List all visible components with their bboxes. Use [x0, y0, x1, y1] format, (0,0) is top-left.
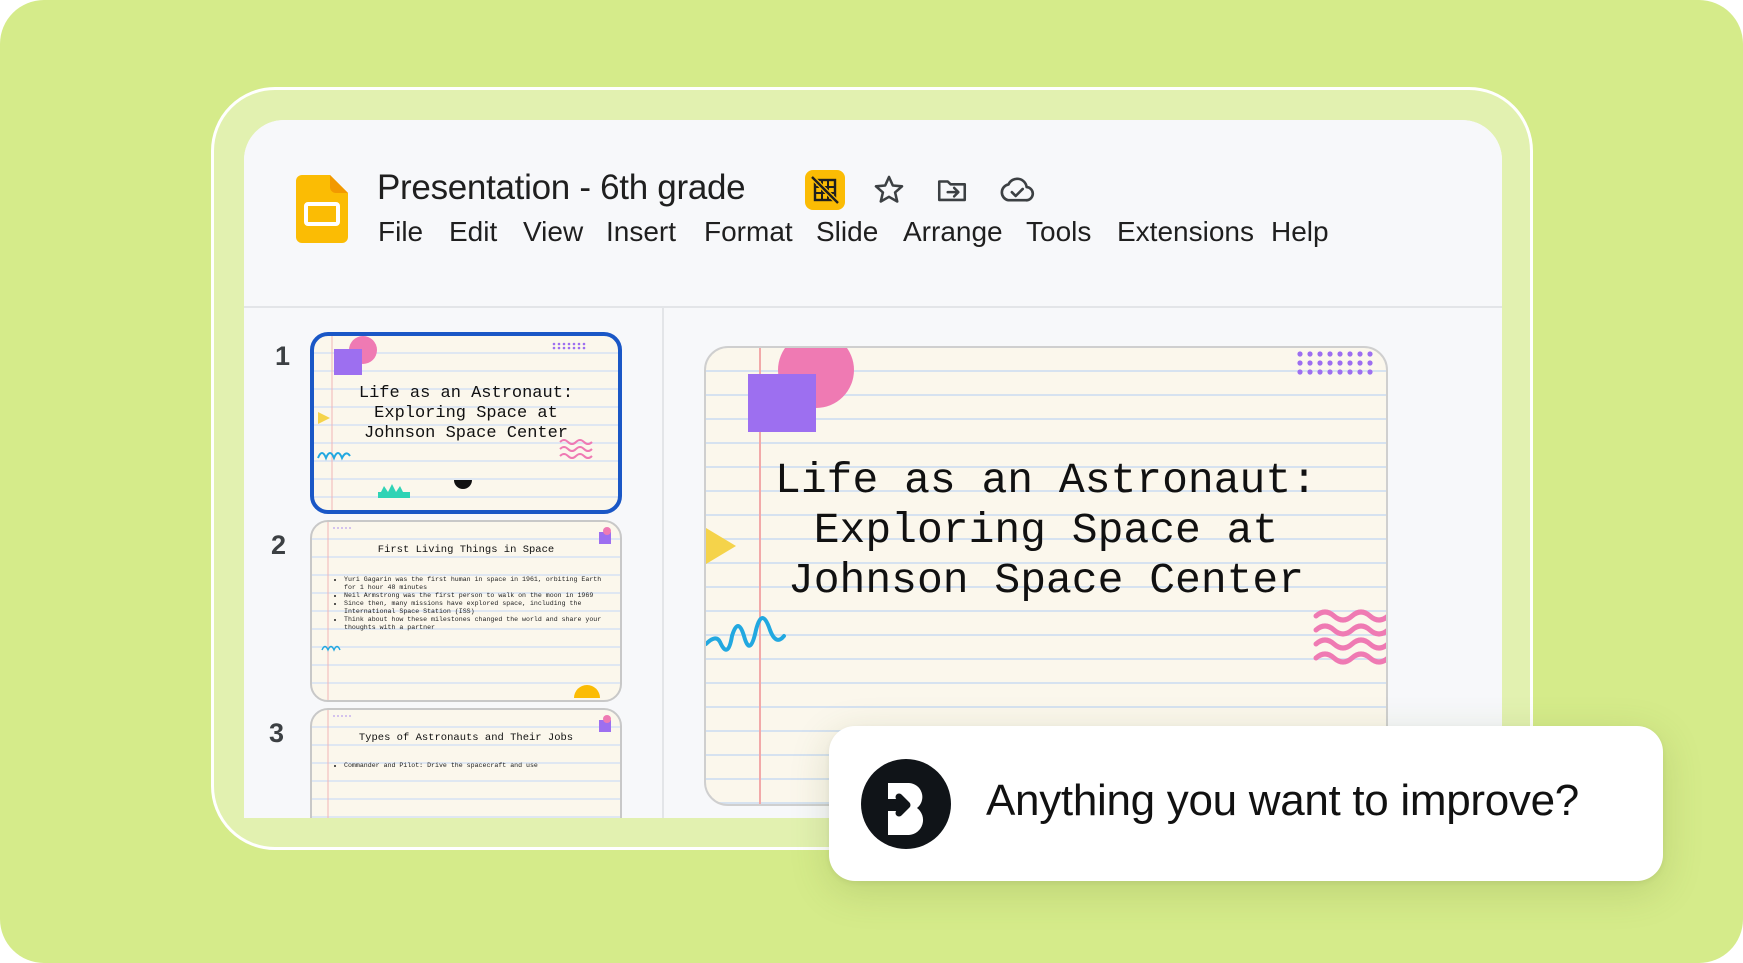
star-icon[interactable]: [869, 170, 909, 210]
menu-tools[interactable]: Tools: [1026, 216, 1091, 248]
slide-number-1: 1: [275, 341, 291, 371]
slide-number-2: 2: [271, 530, 287, 560]
grid-off-badge-icon[interactable]: [805, 170, 845, 210]
slide-2-thumbnail-title: First Living Things in Space: [377, 544, 555, 556]
menu-format[interactable]: Format: [704, 216, 793, 248]
slides-app-window: Presentation - 6th grade File Edit View …: [244, 120, 1502, 818]
menu-help[interactable]: Help: [1271, 216, 1329, 248]
slide-thumbnail-3[interactable]: Types of Astronauts and Their Jobs Comma…: [310, 708, 622, 818]
feedback-prompt-text: Anything you want to improve?: [986, 776, 1579, 825]
slide-3-bullet-list: Commander and Pilot: Drive the spacecraf…: [334, 762, 604, 770]
slide-filmstrip: 1 Life as an Astronaut: Exploring Space …: [244, 308, 664, 818]
slide-thumbnail-1[interactable]: Life as an Astronaut: Exploring Space at…: [310, 332, 622, 514]
slide-number-3: 3: [269, 718, 285, 748]
menu-view[interactable]: View: [523, 216, 583, 248]
brand-logo-icon: [861, 759, 951, 849]
menu-file[interactable]: File: [378, 216, 423, 248]
wave-decoration: [1313, 609, 1386, 665]
menu-slide[interactable]: Slide: [816, 216, 878, 248]
slide-thumbnail-2[interactable]: First Living Things in Space Yuri Gagari…: [310, 520, 622, 702]
slide-2-bullet-list: Yuri Gagarin was the first human in spac…: [334, 576, 604, 632]
slide-2-bullet: Neil Armstrong was the first person to w…: [344, 592, 604, 600]
menu-edit[interactable]: Edit: [449, 216, 497, 248]
menu-arrange[interactable]: Arrange: [903, 216, 1003, 248]
google-slides-logo-icon[interactable]: [296, 175, 348, 243]
dot-grid-decoration: [1297, 351, 1373, 375]
menu-extensions[interactable]: Extensions: [1117, 216, 1254, 248]
app-header: Presentation - 6th grade File Edit View …: [244, 120, 1502, 308]
document-title[interactable]: Presentation - 6th grade: [377, 168, 746, 208]
menu-insert[interactable]: Insert: [606, 216, 676, 248]
slide-3-bullet: Commander and Pilot: Drive the spacecraf…: [344, 762, 604, 770]
cloud-saved-icon[interactable]: [997, 170, 1037, 210]
slide-3-thumbnail-title: Types of Astronauts and Their Jobs: [358, 732, 574, 744]
slide-2-bullet: Think about how these milestones changed…: [344, 616, 604, 632]
slide-2-bullet: Since then, many missions have explored …: [344, 600, 604, 616]
slide-1-thumbnail-title: Life as an Astronaut: Exploring Space at…: [358, 384, 574, 443]
main-slide-title[interactable]: Life as an Astronaut: Exploring Space at…: [706, 456, 1386, 606]
slide-2-bullet: Yuri Gagarin was the first human in spac…: [344, 576, 604, 592]
feedback-toast[interactable]: Anything you want to improve?: [829, 726, 1663, 881]
move-to-folder-icon[interactable]: [932, 170, 972, 210]
